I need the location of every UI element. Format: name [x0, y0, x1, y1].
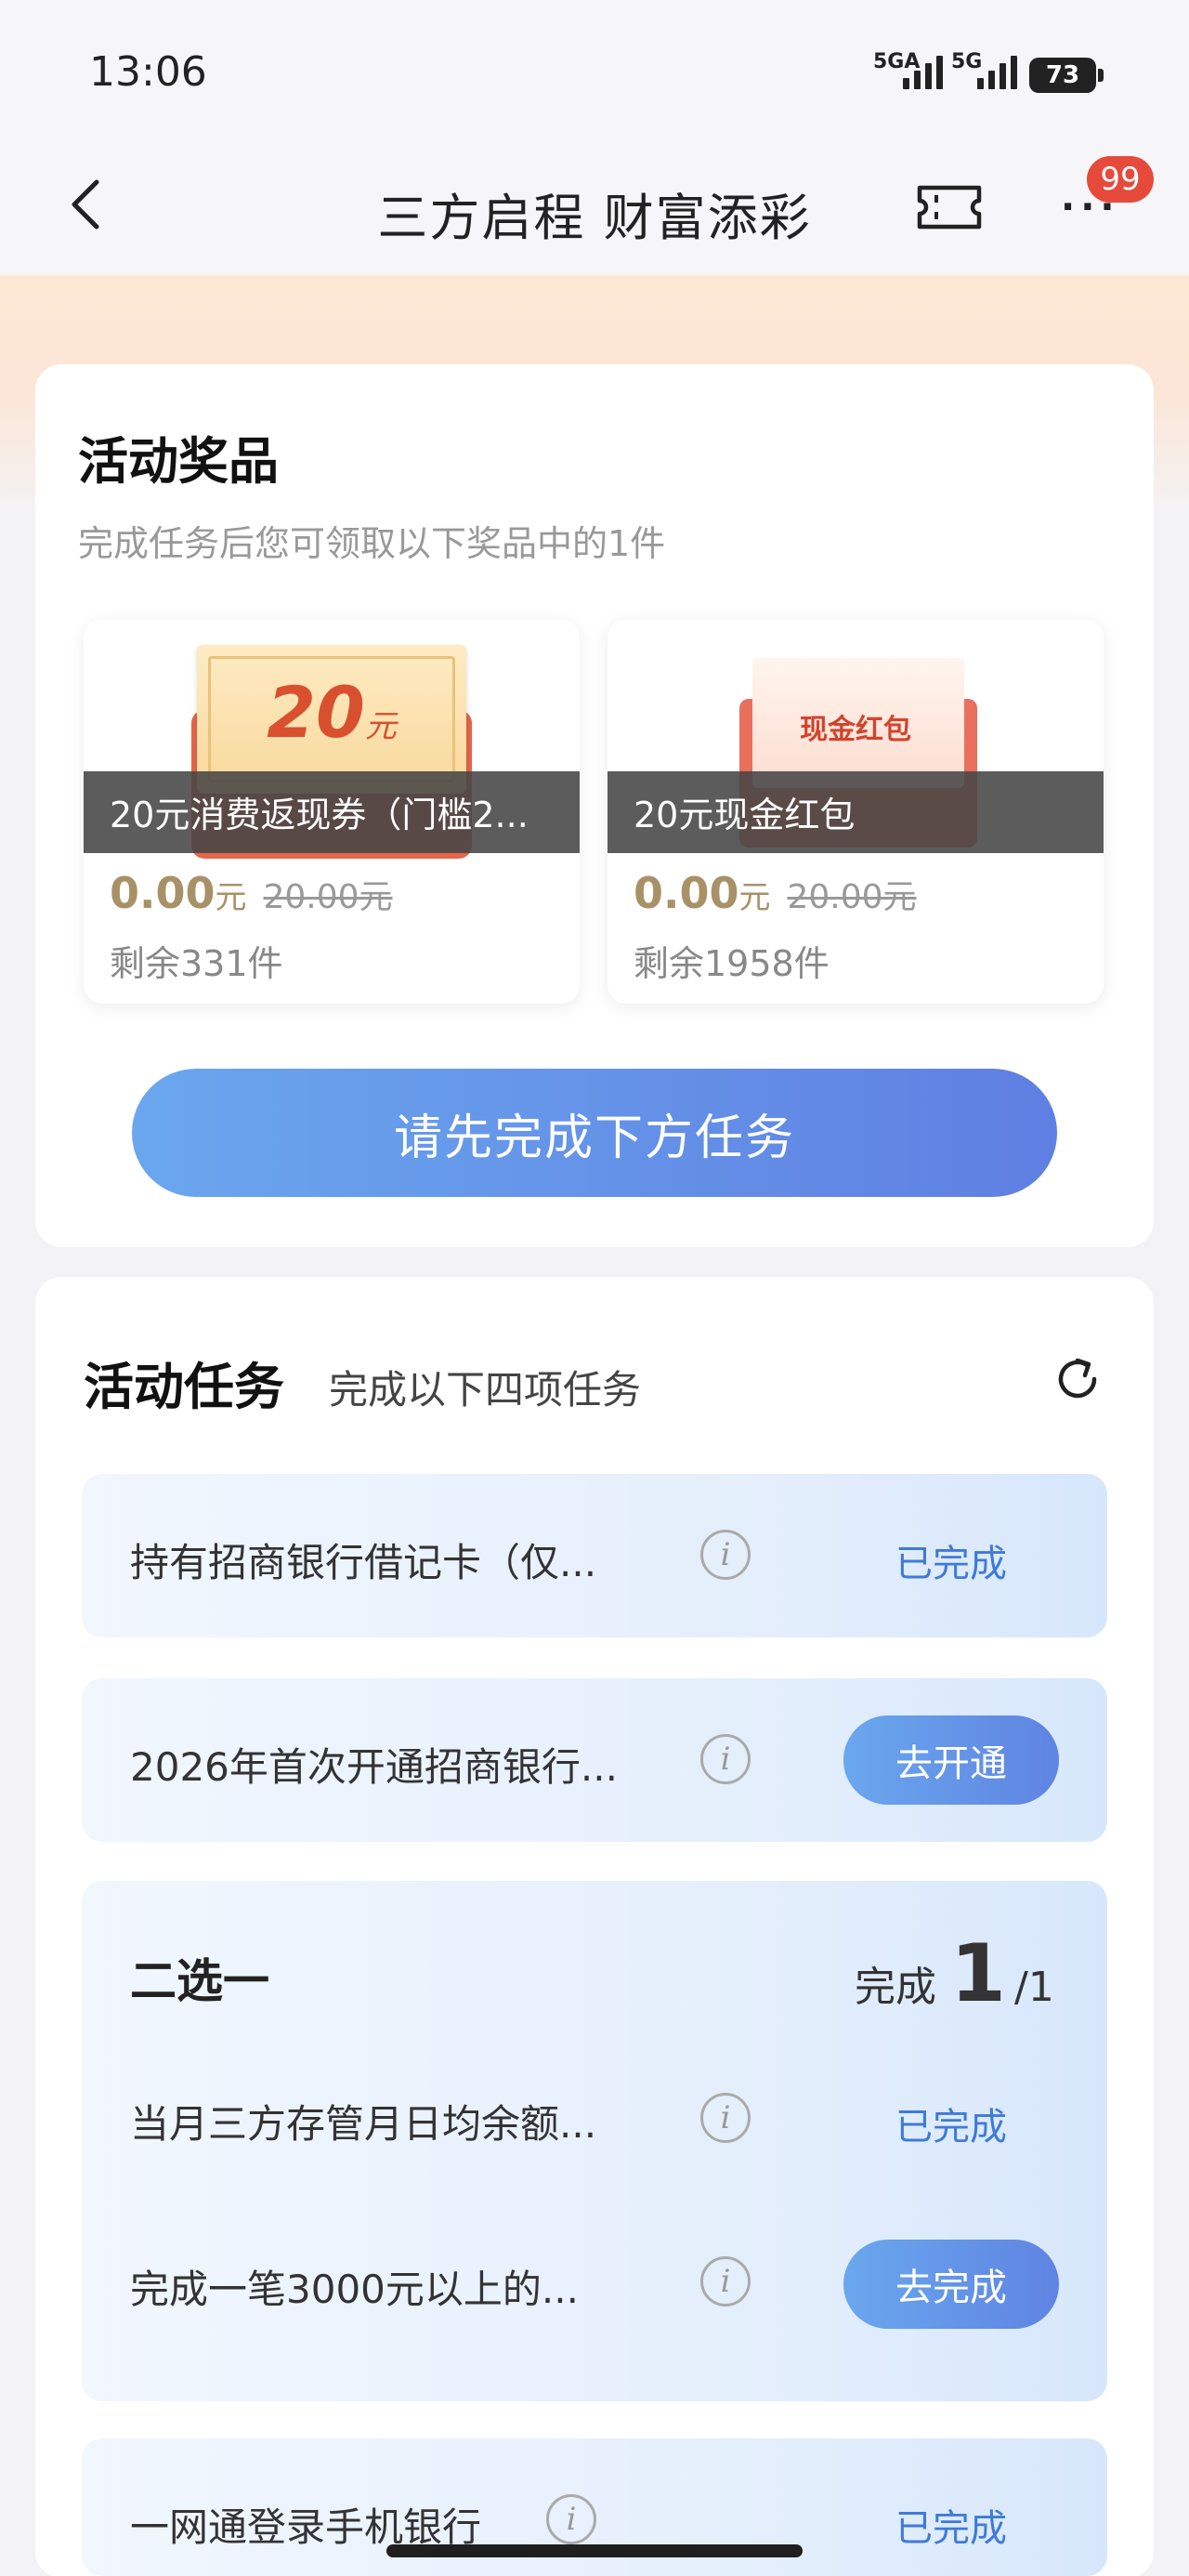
prize-section-title: 活动奖品 [78, 432, 279, 491]
battery-indicator: 73 [1029, 58, 1104, 93]
info-icon[interactable]: i [700, 2256, 751, 2307]
task-section-title: 活动任务 [84, 1358, 284, 1416]
task-text: 完成一笔3000元以上的... [130, 2267, 579, 2312]
info-icon[interactable]: i [546, 2494, 596, 2544]
notification-badge: 99 [1087, 156, 1154, 203]
task-group-progress: 完成 1 /1 [855, 1927, 1054, 2020]
coupon-amount: 20 [267, 671, 365, 754]
prize-price-red-packet: 0.00元 20.00元 [634, 868, 917, 918]
complete-tasks-button[interactable]: 请先完成下方任务 [132, 1069, 1057, 1197]
info-icon[interactable]: i [700, 1530, 751, 1580]
signal-icon [903, 52, 943, 89]
prize-label-coupon: 20元消费返现券（门槛2... [84, 771, 580, 853]
task-group-choose-one: 二选一 完成 1 /1 当月三方存管月日均余额... i 已完成 完成一笔300… [82, 1881, 1107, 2401]
task-group-title: 二选一 [130, 1954, 269, 2008]
prize-section-subtitle: 完成任务后您可领取以下奖品中的1件 [78, 523, 666, 564]
signal-icon-2 [977, 52, 1017, 89]
prize-remain-red-packet: 剩余1958件 [634, 943, 830, 984]
task-text: 当月三方存管月日均余额... [130, 2101, 597, 2147]
task-text: 2026年首次开通招商银行... [130, 1744, 618, 1790]
task-section-subtitle: 完成以下四项任务 [329, 1367, 642, 1413]
task-status-done: 已完成 [895, 2507, 1007, 2550]
prize-label-red-packet: 20元现金红包 [608, 771, 1104, 853]
task-status-done: 已完成 [895, 1543, 1007, 1585]
prize-price-coupon: 0.00元 20.00元 [110, 868, 393, 918]
info-icon[interactable]: i [700, 1734, 751, 1784]
prize-remain-coupon: 剩余331件 [110, 943, 283, 984]
task-status-done: 已完成 [895, 2106, 1007, 2149]
refresh-icon[interactable] [1050, 1351, 1105, 1407]
status-time: 13:06 [89, 48, 207, 96]
go-complete-button[interactable]: 去完成 [843, 2240, 1059, 2329]
page-title: 三方启程 财富添彩 [377, 189, 812, 247]
task-item-first-open: 2026年首次开通招商银行... i 去开通 [82, 1678, 1107, 1842]
info-icon[interactable]: i [700, 2093, 751, 2143]
red-packet-text: 现金红包 [800, 714, 911, 746]
home-indicator[interactable] [386, 2544, 803, 2557]
task-text: 持有招商银行借记卡（仅... [130, 1540, 597, 1585]
ticket-icon[interactable] [916, 182, 983, 232]
coupon-unit: 元 [364, 708, 397, 745]
task-item-debit-card: 持有招商银行借记卡（仅... i 已完成 [82, 1474, 1107, 1637]
go-open-button[interactable]: 去开通 [843, 1715, 1059, 1805]
